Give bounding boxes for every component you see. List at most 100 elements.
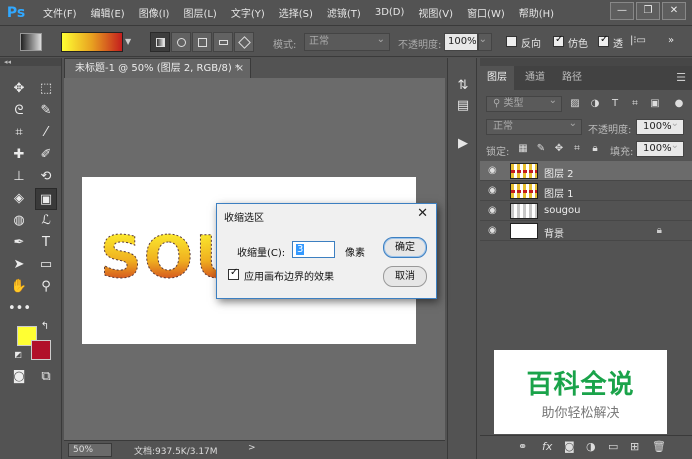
history-brush-tool-icon[interactable]: ⟲ <box>35 166 57 188</box>
dodge-tool-icon[interactable]: ℒ <box>35 210 57 232</box>
eyedropper-tool-icon[interactable]: ⁄ <box>35 122 57 144</box>
move-tool-icon[interactable]: ✥ <box>8 78 30 100</box>
adjustments-panel-icon[interactable]: ⇅ <box>452 76 474 96</box>
transparency-checkbox[interactable] <box>598 34 609 47</box>
rectangle-tool-icon[interactable]: ▭ <box>35 254 57 276</box>
more-tools-icon[interactable]: ••• <box>8 298 31 320</box>
lock-artboard-icon[interactable]: ⌗ <box>570 142 584 156</box>
reflected-gradient-button[interactable] <box>213 32 233 52</box>
diamond-gradient-button[interactable] <box>234 32 254 52</box>
default-colors-icon[interactable]: ◩ <box>11 348 25 362</box>
blur-tool-icon[interactable]: ◍ <box>8 210 30 232</box>
menu-view[interactable]: 视图(V) <box>418 5 453 20</box>
lock-all-icon[interactable]: 🔒︎ <box>588 142 602 156</box>
link-layers-icon[interactable]: ⚭ <box>518 440 527 453</box>
crop-tool-icon[interactable]: ⌗ <box>8 122 30 144</box>
add-mask-icon[interactable]: ◙ <box>564 440 575 453</box>
gradient-preview-swatch[interactable] <box>61 32 123 52</box>
quick-select-tool-icon[interactable]: ✎ <box>35 100 57 122</box>
status-menu-arrow[interactable]: > <box>248 443 256 453</box>
opacity-input[interactable]: 100% <box>444 33 478 51</box>
menu-filter[interactable]: 滤镜(T) <box>327 5 361 20</box>
layer-filter-kind[interactable]: ⚲ 类型 <box>486 94 562 112</box>
quick-mask-icon[interactable]: ◙ <box>8 366 30 388</box>
layer-opacity-input[interactable]: 100% <box>636 117 684 135</box>
mode-select[interactable]: 正常 <box>304 32 390 51</box>
lock-transparent-icon[interactable]: ▦ <box>516 142 530 156</box>
new-layer-icon[interactable]: ⊞ <box>630 440 639 453</box>
background-color-swatch[interactable] <box>31 340 51 360</box>
chevron-down-icon[interactable]: ▼ <box>125 37 131 46</box>
zoom-field[interactable]: 50% <box>68 443 112 457</box>
menu-layer[interactable]: 图层(L) <box>183 5 216 20</box>
clone-stamp-tool-icon[interactable]: ⊥ <box>8 166 30 188</box>
visibility-eye-icon[interactable]: ◉ <box>488 165 502 177</box>
layer-row-background[interactable]: ◉ 背景 🔒︎ <box>480 221 692 241</box>
apply-canvas-bounds-checkbox[interactable] <box>228 267 239 280</box>
properties-panel-icon[interactable]: ▤ <box>452 96 474 116</box>
reverse-checkbox[interactable] <box>506 36 517 47</box>
hand-tool-icon[interactable]: ✋ <box>8 276 30 298</box>
menu-edit[interactable]: 编辑(E) <box>91 5 125 20</box>
visibility-eye-icon[interactable]: ◉ <box>488 225 502 237</box>
menu-type[interactable]: 文字(Y) <box>231 5 265 20</box>
linear-gradient-button[interactable] <box>150 32 170 52</box>
contract-amount-input[interactable]: 3 <box>292 241 335 258</box>
dither-checkbox[interactable] <box>553 34 564 47</box>
type-tool-icon[interactable]: T <box>35 232 57 254</box>
gradient-extras-icon[interactable]: |⁝▭ <box>630 35 646 46</box>
layer-row-layer-2[interactable]: ◉ 图层 2 <box>480 161 692 181</box>
menu-file[interactable]: 文件(F) <box>43 5 77 20</box>
opacity-dropdown[interactable] <box>478 32 492 51</box>
visibility-eye-icon[interactable]: ◉ <box>488 185 502 197</box>
lasso-tool-icon[interactable]: ᘓ <box>8 100 30 122</box>
pen-tool-icon[interactable]: ✒ <box>8 232 30 254</box>
minimize-button[interactable]: — <box>610 2 634 20</box>
path-selection-tool-icon[interactable]: ➤ <box>8 254 30 276</box>
screen-mode-icon[interactable]: ⧉ <box>35 366 57 388</box>
fill-input[interactable]: 100% <box>636 139 684 157</box>
document-tab[interactable]: 未标题-1 @ 50% (图层 2, RGB/8) * × <box>64 58 251 78</box>
gradient-tool-preset-icon[interactable] <box>20 33 42 51</box>
radial-gradient-button[interactable] <box>171 32 191 52</box>
tab-paths[interactable]: 路径 <box>555 66 589 90</box>
lock-position-icon[interactable]: ✥ <box>552 142 566 156</box>
menu-select[interactable]: 选择(S) <box>279 5 313 20</box>
angle-gradient-button[interactable] <box>192 32 212 52</box>
swap-colors-icon[interactable]: ↰ <box>38 320 52 334</box>
filter-shape-icon[interactable]: ⌗ <box>628 97 642 111</box>
layer-style-icon[interactable]: fx <box>542 440 552 453</box>
brush-tool-icon[interactable]: ✐ <box>35 144 57 166</box>
panel-menu-icon[interactable]: ☰ <box>676 71 686 84</box>
close-window-button[interactable]: ✕ <box>662 2 686 20</box>
cancel-button[interactable]: 取消 <box>383 266 427 287</box>
zoom-tool-icon[interactable]: ⚲ <box>35 276 57 298</box>
filter-toggle-icon[interactable]: ● <box>672 97 686 111</box>
play-actions-icon[interactable]: ▶ <box>452 134 474 154</box>
layer-row-sougou[interactable]: ◉ sougou <box>480 201 692 221</box>
adjustment-layer-icon[interactable]: ◑ <box>586 440 596 453</box>
layer-row-layer-1[interactable]: ◉ 图层 1 <box>480 181 692 201</box>
marquee-tool-icon[interactable]: ⬚ <box>35 78 57 100</box>
filter-adjustment-icon[interactable]: ◑ <box>588 97 602 111</box>
chevron-icon[interactable]: » <box>668 35 674 46</box>
blend-mode-select[interactable]: 正常 <box>486 117 582 135</box>
restore-button[interactable]: ❐ <box>636 2 660 20</box>
visibility-eye-icon[interactable]: ◉ <box>488 205 502 217</box>
delete-layer-icon[interactable]: 🗑︎ <box>652 440 666 453</box>
close-icon[interactable]: × <box>236 59 244 78</box>
eraser-tool-icon[interactable]: ◈ <box>8 188 30 210</box>
healing-brush-tool-icon[interactable]: ✚ <box>8 144 30 166</box>
filter-smart-object-icon[interactable]: ▣ <box>648 97 662 111</box>
filter-pixel-icon[interactable]: ▨ <box>568 97 582 111</box>
lock-image-icon[interactable]: ✎ <box>534 142 548 156</box>
tools-panel-collapse[interactable]: ◂◂ <box>0 58 61 66</box>
menu-image[interactable]: 图像(I) <box>139 5 170 20</box>
close-icon[interactable]: ✕ <box>417 206 428 221</box>
menu-help[interactable]: 帮助(H) <box>519 5 554 20</box>
gradient-tool-icon[interactable]: ▣ <box>35 188 57 210</box>
tab-layers[interactable]: 图层 <box>480 66 514 90</box>
filter-type-icon[interactable]: T <box>608 97 622 111</box>
tab-channels[interactable]: 通道 <box>518 66 552 90</box>
new-group-icon[interactable]: ▭ <box>608 440 618 453</box>
